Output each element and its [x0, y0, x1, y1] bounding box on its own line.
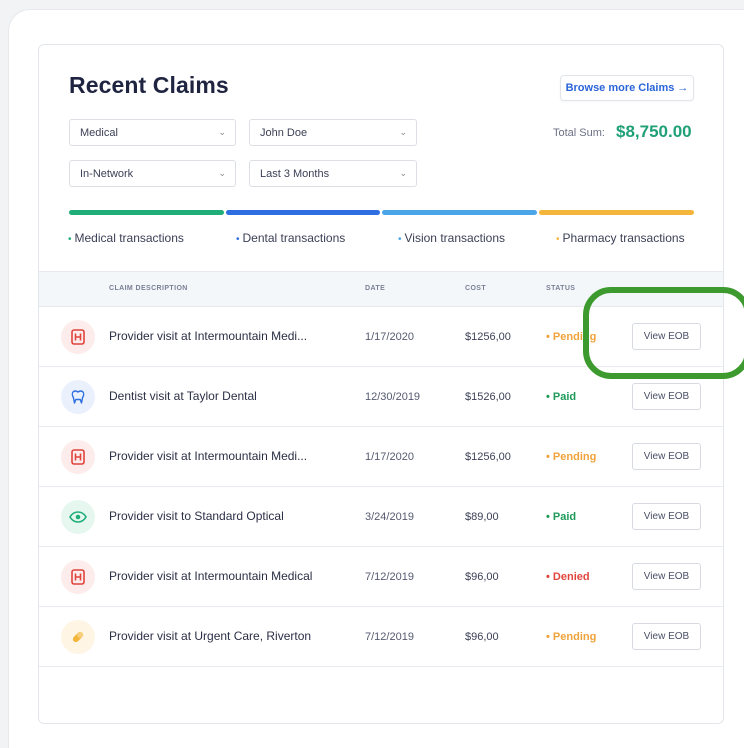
tooth-icon — [61, 380, 95, 414]
column-date: DATE — [365, 285, 386, 292]
view-eob-button[interactable]: View EOB — [632, 383, 701, 410]
claim-date: 3/24/2019 — [365, 511, 414, 523]
claim-cost: $1526,00 — [465, 391, 511, 403]
table-row[interactable]: Provider visit at Urgent Care, Riverton … — [39, 607, 723, 667]
highlight-ring — [583, 287, 744, 379]
table-row[interactable]: Provider visit at Intermountain Medi... … — [39, 427, 723, 487]
status-badge: • Paid — [546, 391, 577, 403]
eye-icon — [61, 500, 95, 534]
claim-date: 1/17/2020 — [365, 451, 414, 463]
claim-description: Dentist visit at Taylor Dental — [109, 389, 257, 403]
claim-type-select[interactable]: Medical ⌄ — [69, 119, 236, 146]
status-badge: • Paid — [546, 511, 577, 523]
hospital-icon — [61, 320, 95, 354]
chevron-down-icon: ⌄ — [399, 127, 407, 137]
claim-cost: $89,00 — [465, 511, 499, 523]
pill-icon — [61, 620, 95, 654]
pharmacy-bar — [539, 210, 694, 215]
legend-medical: • Medical transactions — [68, 231, 184, 245]
status-badge: • Pending — [546, 451, 597, 463]
status-badge: • Denied — [546, 571, 590, 583]
browse-more-claims-button[interactable]: Browse more Claims → — [560, 75, 694, 101]
view-eob-button[interactable]: View EOB — [632, 443, 701, 470]
status-badge: • Pending — [546, 631, 597, 643]
claim-date: 12/30/2019 — [365, 391, 421, 403]
claim-description: Provider visit at Intermountain Medi... — [109, 449, 308, 463]
chevron-down-icon: ⌄ — [218, 127, 226, 137]
period-value: Last 3 Months — [260, 167, 330, 180]
claim-date: 7/12/2019 — [365, 631, 414, 643]
chevron-down-icon: ⌄ — [218, 168, 226, 178]
medical-bar — [69, 210, 224, 215]
hospital-icon — [61, 560, 95, 594]
claim-date: 1/17/2020 — [365, 331, 414, 343]
claim-cost: $1256,00 — [465, 331, 511, 343]
view-eob-button[interactable]: View EOB — [632, 563, 701, 590]
member-select[interactable]: John Doe ⌄ — [249, 119, 417, 146]
column-cost: COST — [465, 285, 487, 292]
claim-date: 7/12/2019 — [365, 571, 414, 583]
claim-type-value: Medical — [80, 126, 118, 139]
claim-description: Provider visit to Standard Optical — [109, 509, 284, 523]
network-value: In-Network — [80, 167, 134, 180]
dental-bar — [226, 210, 380, 215]
legend-dental: • Dental transactions — [236, 231, 346, 245]
column-description: CLAIM DESCRIPTION — [109, 285, 188, 292]
claim-cost: $1256,00 — [465, 451, 511, 463]
table-row[interactable]: Provider visit to Standard Optical 3/24/… — [39, 487, 723, 547]
period-select[interactable]: Last 3 Months ⌄ — [249, 160, 417, 187]
recent-claims-card: Recent Claims Browse more Claims → Medic… — [38, 44, 724, 724]
claim-cost: $96,00 — [465, 571, 499, 583]
claim-description: Provider visit at Urgent Care, Riverton — [109, 629, 312, 643]
view-eob-button[interactable]: View EOB — [632, 623, 701, 650]
chevron-down-icon: ⌄ — [399, 168, 407, 178]
claim-description: Provider visit at Intermountain Medical — [109, 569, 313, 583]
column-status: STATUS — [546, 285, 576, 292]
network-select[interactable]: In-Network ⌄ — [69, 160, 236, 187]
table-row[interactable]: Provider visit at Intermountain Medical … — [39, 547, 723, 607]
total-sum-value: $8,750.00 — [616, 122, 692, 141]
claim-cost: $96,00 — [465, 631, 499, 643]
page-title: Recent Claims — [69, 72, 229, 98]
vision-bar — [382, 210, 537, 215]
view-eob-button[interactable]: View EOB — [632, 503, 701, 530]
member-value: John Doe — [260, 126, 308, 139]
total-sum-label: Total Sum: — [553, 127, 605, 139]
claim-description: Provider visit at Intermountain Medi... — [109, 329, 308, 343]
legend-pharmacy: • Pharmacy transactions — [556, 231, 685, 245]
legend-vision: • Vision transactions — [398, 231, 506, 245]
hospital-icon — [61, 440, 95, 474]
